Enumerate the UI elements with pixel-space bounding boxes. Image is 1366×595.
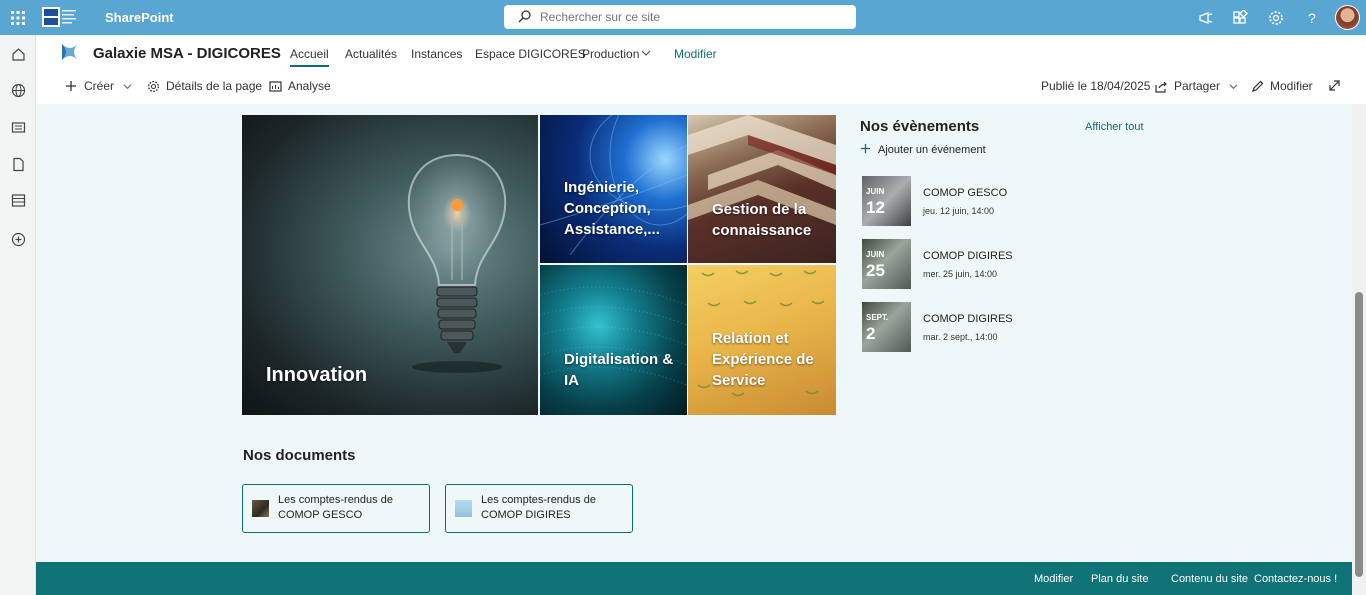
footer-link-modifier[interactable]: Modifier [1034,573,1073,585]
organization-logo[interactable] [42,7,78,27]
search-input[interactable] [540,5,840,29]
event-date-tile[interactable]: SEPT. 2 [862,302,911,352]
tile-label-innovation: Innovation [266,364,368,386]
event-day: 12 [866,198,885,217]
vertical-scrollbar[interactable] [1352,104,1366,595]
tile-label-gestion: Gestion de la connaissance [712,201,812,239]
hero-tile-ingenierie[interactable]: Ingénierie, Conception, Assistance,... [540,115,687,263]
edit-page-button[interactable]: Modifier [1250,79,1313,93]
see-all-events-link[interactable]: Afficher tout [1085,121,1144,133]
analytics-icon [268,79,282,93]
nav-espace-digicores[interactable]: Espace DIGICORES [475,47,586,67]
create-button[interactable]: Créer [64,79,134,93]
published-date: Publié le 18/04/2025 [1041,79,1151,93]
document-label: Les comptes-rendus de COMOP GESCO [278,494,393,521]
add-circle-icon[interactable] [9,230,27,248]
file-icon[interactable] [9,155,27,173]
page-details-label: Détails de la page [166,79,263,93]
document-thumbnail [455,500,472,517]
hero-tile-innovation[interactable]: Innovation [242,115,538,415]
event-time: mar. 2 sept., 14:00 [923,332,998,342]
event-month: JUIN [866,187,885,196]
document-link-gesco[interactable]: Les comptes-rendus de COMOP GESCO [242,484,430,533]
hero-tile-relation[interactable]: Relation et Expérience de Service [688,265,836,415]
globe-icon[interactable] [9,81,27,99]
share-button[interactable]: Partager [1154,79,1240,93]
add-event-button[interactable]: Ajouter un événement [860,143,986,157]
tile-label-ingenierie: Ingénierie, Conception, Assistance,... [564,179,660,238]
event-title[interactable]: COMOP DIGIRES [923,313,1013,325]
hero-tile-digitalisation[interactable]: Digitalisation & IA [540,265,687,415]
app-bar [0,35,36,595]
document-thumbnail [252,500,269,517]
analytics-label: Analyse [288,79,331,93]
footer-link-contact[interactable]: Contactez-nous ! [1254,573,1337,585]
avatar[interactable] [1335,5,1360,30]
site-footer: Modifier Plan du site Contenu du site Co… [36,562,1352,595]
footer-link-sitemap[interactable]: Plan du site [1091,573,1148,585]
expand-icon[interactable] [1328,79,1341,92]
events-title: Nos évènements [860,118,980,135]
help-icon[interactable]: ? [1302,8,1322,28]
plus-icon [64,79,78,93]
tile-label-relation: Relation et Expérience de Service [712,330,814,389]
sharepoint-brand[interactable]: SharePoint [105,10,174,25]
event-month: SEPT. [866,313,889,322]
event-time: jeu. 12 juin, 14:00 [923,206,995,216]
svg-text:?: ? [1308,10,1316,26]
scrollbar-thumb[interactable] [1355,292,1363,577]
event-title[interactable]: COMOP DIGIRES [923,250,1013,262]
lightbulb-image [407,153,507,373]
app-launcher-icon[interactable] [0,0,35,35]
document-label: Les comptes-rendus de COMOP DIGIRES [481,494,596,521]
page-details-button[interactable]: Détails de la page [146,79,262,93]
chevron-down-icon [1226,79,1240,93]
gear-icon [146,79,160,93]
add-event-label: Ajouter un événement [878,144,986,156]
site-logo-icon[interactable] [60,42,80,67]
edit-page-label: Modifier [1270,79,1313,93]
share-label: Partager [1174,79,1221,93]
nav-production[interactable]: Production [582,47,639,67]
documents-title: Nos documents [243,447,356,464]
event-date-tile[interactable]: JUIN 12 [862,176,911,226]
list-icon[interactable] [9,191,27,209]
event-title[interactable]: COMOP GESCO [923,187,1007,199]
gear-icon[interactable] [1266,8,1286,28]
pencil-icon [1250,79,1264,93]
search-icon [518,10,531,28]
site-title[interactable]: Galaxie MSA - DIGICORES [93,45,281,62]
news-icon[interactable] [9,118,27,136]
create-label: Créer [84,79,115,93]
suite-bar: SharePoint ? [0,0,1366,35]
share-icon [1154,79,1168,93]
event-date-tile[interactable]: JUIN 25 [862,239,911,289]
site-header: Galaxie MSA - DIGICORES Accueil Actualit… [36,35,1366,104]
hero-tile-gestion[interactable]: Gestion de la connaissance [688,115,836,263]
nav-accueil[interactable]: Accueil [290,47,329,67]
megaphone-icon[interactable] [1196,8,1216,28]
nav-actualites[interactable]: Actualités [345,47,397,67]
data-wave-image [540,286,687,386]
tile-label-digitalisation: Digitalisation & IA [564,351,674,389]
analytics-button[interactable]: Analyse [268,79,331,93]
event-day: 2 [866,324,876,343]
event-day: 25 [866,261,885,280]
home-icon[interactable] [9,45,27,63]
footer-link-site-contents[interactable]: Contenu du site [1171,573,1248,585]
nav-edit-link[interactable]: Modifier [674,47,717,67]
event-month: JUIN [866,250,885,259]
event-time: mer. 25 juin, 14:00 [923,269,998,279]
plus-icon [860,143,871,157]
chevron-down-icon[interactable] [641,47,651,67]
chevron-down-icon [120,79,134,93]
apps-icon[interactable] [1230,8,1250,28]
nav-instances[interactable]: Instances [411,47,462,67]
document-link-digires[interactable]: Les comptes-rendus de COMOP DIGIRES [445,484,633,533]
search-box[interactable] [504,5,856,29]
